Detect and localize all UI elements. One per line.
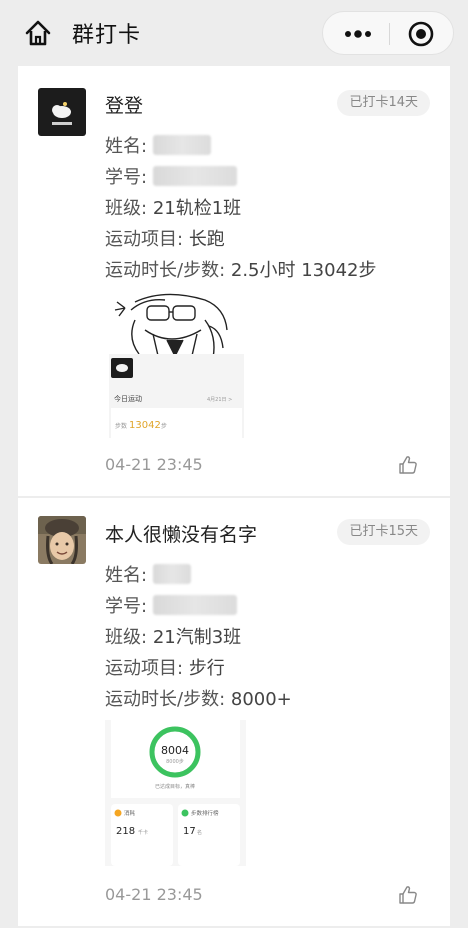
class-value: 21轨检1班 [152, 198, 242, 219]
sport-field: 运动项目: 步行 [105, 654, 225, 680]
today-sport-label: 今日运动 [114, 394, 142, 403]
checkin-card: 登登 已打卡14天 姓名: 学号: 班级: 21轨检1班 运动项目: 长跑 运动… [18, 66, 450, 496]
name-field: 姓名: [105, 132, 211, 158]
ring-goal: 8000步 [166, 759, 184, 765]
class-field: 班级: 21轨检1班 [105, 194, 241, 220]
like-thumbs-up-icon[interactable] [398, 885, 418, 905]
avatar[interactable] [38, 88, 86, 136]
mini-program-capsule [322, 11, 454, 55]
student-id-field: 学号: [105, 592, 237, 618]
class-field: 班级: 21汽制3班 [105, 623, 241, 649]
name-field: 姓名: [105, 561, 191, 587]
blurred-student-id [152, 166, 237, 186]
name-label: 姓名: [105, 565, 148, 586]
class-value: 21汽制3班 [152, 627, 242, 648]
rank-label: 步数排行榜 [191, 809, 219, 817]
sport-label: 运动项目: [105, 658, 184, 679]
duration-label: 运动时长/步数: [105, 260, 226, 281]
checkin-photo[interactable]: 今日运动 4月21日 > 步数 13042 步 [105, 290, 246, 438]
like-thumbs-up-icon[interactable] [398, 455, 418, 475]
checkin-photo[interactable]: 8004 8000步 已达成目标，真棒 消耗 218 千卡 步数排行榜 17 名 [105, 720, 246, 866]
blurred-name [152, 564, 191, 584]
nav-bar: 群打卡 [0, 0, 468, 66]
class-label: 班级: [105, 198, 148, 219]
date-label: 4月21日 > [207, 397, 232, 403]
sport-label: 运动项目: [105, 229, 184, 250]
calorie-unit: 千卡 [138, 829, 148, 836]
blurred-name [152, 135, 211, 155]
checkin-days-badge: 已打卡14天 [337, 90, 430, 116]
steps-label: 步数 [115, 422, 127, 430]
student-id-field: 学号: [105, 163, 237, 189]
page-title: 群打卡 [72, 23, 142, 48]
post-time: 04-21 23:45 [105, 885, 203, 904]
calorie-value: 218 [116, 826, 135, 837]
calorie-label: 消耗 [124, 809, 136, 817]
blurred-student-id [152, 595, 237, 615]
duration-label: 运动时长/步数: [105, 689, 226, 710]
duration-field: 运动时长/步数: 8000+ [105, 685, 292, 711]
name-label: 姓名: [105, 136, 148, 157]
sport-field: 运动项目: 长跑 [105, 225, 225, 251]
rank-value: 17 [183, 826, 196, 837]
sport-value: 步行 [188, 658, 225, 679]
student-id-label: 学号: [105, 167, 148, 188]
target-circle-icon[interactable] [407, 20, 435, 48]
class-label: 班级: [105, 627, 148, 648]
nickname[interactable]: 登登 [105, 91, 143, 118]
rank-unit: 名 [197, 829, 202, 836]
more-dots-icon[interactable] [337, 12, 387, 56]
steps-value: 13042 [129, 420, 161, 431]
ring-steps-value: 8004 [161, 744, 189, 757]
checkin-days-badge: 已打卡15天 [337, 519, 430, 545]
duration-field: 运动时长/步数: 2.5小时 13042步 [105, 256, 376, 282]
nickname[interactable]: 本人很懒没有名字 [105, 520, 257, 547]
duration-value: 8000+ [230, 689, 292, 710]
ring-note: 已达成目标，真棒 [155, 783, 195, 790]
avatar[interactable] [38, 516, 86, 564]
duration-value: 2.5小时 13042步 [230, 260, 377, 281]
sport-value: 长跑 [188, 229, 225, 250]
post-time: 04-21 23:45 [105, 455, 203, 474]
capsule-divider [389, 23, 390, 45]
checkin-card: 本人很懒没有名字 已打卡15天 姓名: 学号: 班级: 21汽制3班 运动项目:… [18, 498, 450, 926]
steps-unit: 步 [161, 422, 167, 430]
student-id-label: 学号: [105, 596, 148, 617]
home-icon[interactable] [22, 18, 54, 48]
